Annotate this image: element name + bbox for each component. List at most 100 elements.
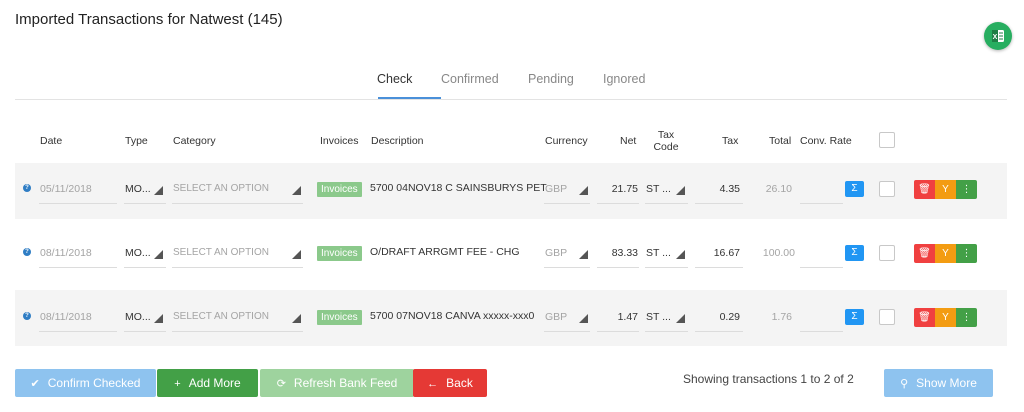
refresh-bank-feed-button[interactable]: ⟳ Refresh Bank Feed <box>260 369 414 397</box>
add-more-button[interactable]: + Add More <box>157 369 258 397</box>
refresh-icon: ⟳ <box>276 378 286 390</box>
add-more-label: Add More <box>188 376 241 390</box>
total-value: 1.76 <box>771 311 792 323</box>
table-row: ? 08/11/2018 MO... SELECT AN OPTION Invo… <box>15 226 1007 282</box>
column-header-tax: Tax <box>722 135 739 147</box>
invoices-button[interactable]: Invoices <box>317 182 362 197</box>
conversion-rate-button[interactable]: Σ <box>845 309 864 325</box>
currency-dropdown-icon <box>579 250 588 259</box>
table-row: ? 05/11/2018 MO... SELECT AN OPTION Invo… <box>15 163 1007 219</box>
delete-button[interactable]: 🗑 <box>914 180 935 199</box>
net-input[interactable]: 21.75 <box>597 183 638 195</box>
back-label: Back <box>446 376 473 390</box>
row-checkbox[interactable] <box>879 245 895 261</box>
tax-code-select[interactable]: ST ... <box>646 311 671 323</box>
category-dropdown-icon <box>292 250 301 259</box>
info-icon[interactable]: ? <box>23 184 31 192</box>
search-icon: ⚲ <box>900 378 909 390</box>
more-options-button[interactable]: ⋮ <box>956 180 977 199</box>
tab-ignored[interactable]: Ignored <box>603 72 645 86</box>
type-dropdown-icon <box>154 186 163 195</box>
category-select[interactable]: SELECT AN OPTION <box>173 247 269 258</box>
check-double-icon: ✔ <box>30 378 40 390</box>
currency-select[interactable]: GBP <box>545 183 567 195</box>
split-icon: Y <box>942 248 949 259</box>
total-value: 26.10 <box>765 183 792 195</box>
plus-icon: + <box>174 378 181 390</box>
confirm-checked-button[interactable]: ✔ Confirm Checked <box>15 369 156 397</box>
currency-dropdown-icon <box>579 186 588 195</box>
svg-text:X: X <box>993 34 998 41</box>
category-dropdown-icon <box>292 314 301 323</box>
type-select[interactable]: MO... <box>125 311 151 323</box>
page-title: Imported Transactions for Natwest (145) <box>15 11 283 28</box>
net-input[interactable]: 83.33 <box>597 247 638 259</box>
currency-select[interactable]: GBP <box>545 247 567 259</box>
trash-icon: 🗑 <box>918 248 931 259</box>
active-tab-indicator <box>378 97 441 99</box>
tab-check[interactable]: Check <box>377 72 412 86</box>
delete-button[interactable]: 🗑 <box>914 244 935 263</box>
split-icon: Y <box>942 312 949 323</box>
type-select[interactable]: MO... <box>125 183 151 195</box>
tax-code-dropdown-icon <box>676 314 685 323</box>
tax-code-select[interactable]: ST ... <box>646 247 671 259</box>
column-header-tax-code: Tax Code <box>650 129 682 153</box>
trash-icon: 🗑 <box>918 312 931 323</box>
tab-confirmed[interactable]: Confirmed <box>441 72 499 86</box>
more-options-button[interactable]: ⋮ <box>956 308 977 327</box>
tax-code-dropdown-icon <box>676 250 685 259</box>
excel-icon: X <box>992 30 1004 42</box>
column-header-currency: Currency <box>545 135 588 147</box>
category-dropdown-icon <box>292 186 301 195</box>
tax-input[interactable]: 16.67 <box>695 247 740 259</box>
description-input[interactable]: 5700 07NOV18 CANVA xxxxx-xxx0 <box>370 310 534 322</box>
split-button[interactable]: Y <box>935 308 956 327</box>
invoices-button[interactable]: Invoices <box>317 246 362 261</box>
row-checkbox[interactable] <box>879 309 895 325</box>
type-dropdown-icon <box>154 250 163 259</box>
type-select[interactable]: MO... <box>125 247 151 259</box>
info-icon[interactable]: ? <box>23 248 31 256</box>
tax-code-select[interactable]: ST ... <box>646 183 671 195</box>
split-button[interactable]: Y <box>935 180 956 199</box>
category-select[interactable]: SELECT AN OPTION <box>173 311 269 322</box>
table-row: ? 08/11/2018 MO... SELECT AN OPTION Invo… <box>15 290 1007 346</box>
row-checkbox[interactable] <box>879 181 895 197</box>
date-input[interactable]: 05/11/2018 <box>40 183 92 195</box>
column-header-total: Total <box>769 135 792 147</box>
more-options-button[interactable]: ⋮ <box>956 244 977 263</box>
description-input[interactable]: 5700 04NOV18 C SAINSBURYS PET <box>370 182 547 194</box>
arrow-left-icon: ← <box>427 378 439 390</box>
tab-pending[interactable]: Pending <box>528 72 574 86</box>
column-header-type: Type <box>125 135 148 147</box>
description-input[interactable]: O/DRAFT ARRGMT FEE - CHG <box>370 246 520 258</box>
net-input[interactable]: 1.47 <box>597 311 638 323</box>
info-icon[interactable]: ? <box>23 312 31 320</box>
category-select[interactable]: SELECT AN OPTION <box>173 183 269 194</box>
export-excel-button[interactable]: X <box>984 22 1012 50</box>
vertical-dots-icon: ⋮ <box>961 184 972 195</box>
split-button[interactable]: Y <box>935 244 956 263</box>
status-tabs: Check Confirmed Pending Ignored <box>15 62 1007 100</box>
date-input[interactable]: 08/11/2018 <box>40 247 92 259</box>
show-more-button[interactable]: ⚲ Show More <box>884 369 993 397</box>
currency-select[interactable]: GBP <box>545 311 567 323</box>
select-all-checkbox[interactable] <box>879 132 895 148</box>
column-header-net: Net <box>620 135 637 147</box>
tax-code-header-line-2: Code <box>653 141 679 153</box>
date-input[interactable]: 08/11/2018 <box>40 311 92 323</box>
conversion-rate-button[interactable]: Σ <box>845 245 864 261</box>
tax-input[interactable]: 4.35 <box>695 183 740 195</box>
vertical-dots-icon: ⋮ <box>961 312 972 323</box>
refresh-bank-feed-label: Refresh Bank Feed <box>293 376 398 390</box>
tax-input[interactable]: 0.29 <box>695 311 740 323</box>
back-button[interactable]: ← Back <box>413 369 487 397</box>
invoices-button[interactable]: Invoices <box>317 310 362 325</box>
type-dropdown-icon <box>154 314 163 323</box>
delete-button[interactable]: 🗑 <box>914 308 935 327</box>
confirm-checked-label: Confirm Checked <box>47 376 141 390</box>
conversion-rate-button[interactable]: Σ <box>845 181 864 197</box>
show-more-label: Show More <box>916 376 977 390</box>
column-header-invoices: Invoices <box>320 135 359 147</box>
